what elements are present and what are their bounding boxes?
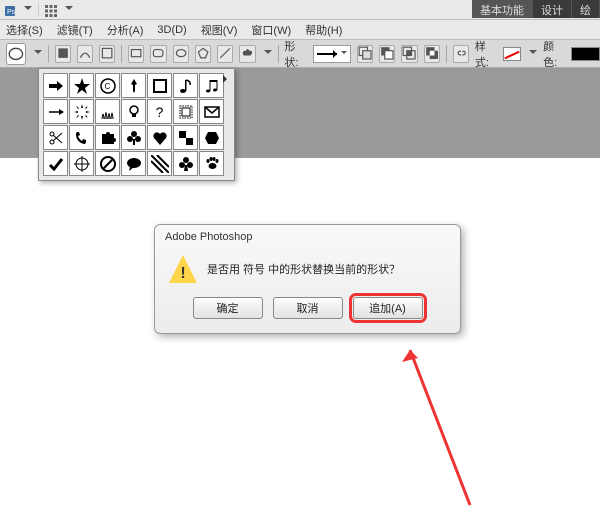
shape-star-solid[interactable] (69, 73, 94, 98)
dialog-message: 是否用 符号 中的形状替换当前的形状？ (207, 261, 400, 277)
shape-crosshair[interactable] (69, 151, 94, 176)
tool-dropdown[interactable] (34, 50, 42, 58)
style-swatch[interactable] (503, 47, 521, 61)
grid-menu-trigger[interactable] (65, 6, 73, 14)
menu-3d[interactable]: 3D(D) (157, 24, 186, 36)
pathop-intersect[interactable] (401, 45, 417, 63)
shape-check[interactable] (43, 151, 68, 176)
shape-scissors[interactable] (43, 125, 68, 150)
style-dropdown[interactable] (529, 50, 537, 58)
shape-clover[interactable] (121, 125, 146, 150)
shape-roundrect[interactable] (150, 45, 166, 63)
shape-rect[interactable] (128, 45, 144, 63)
shape-picker[interactable] (313, 45, 351, 63)
color-label: 颜色: (543, 38, 565, 70)
ok-button[interactable]: 确定 (193, 297, 263, 319)
menu-select[interactable]: 选择(S) (6, 22, 43, 38)
shape-pin[interactable] (121, 73, 146, 98)
shape-burst[interactable] (69, 99, 94, 124)
shape-copyright[interactable]: C (95, 73, 120, 98)
shape-checker[interactable] (173, 125, 198, 150)
mode-path[interactable] (77, 45, 93, 63)
shape-phone[interactable] (69, 125, 94, 150)
shape-ellipse[interactable] (173, 45, 189, 63)
shape-arrow-thin[interactable] (43, 99, 68, 124)
menu-filter[interactable]: 滤镜(T) (57, 22, 93, 38)
shape-club[interactable] (173, 151, 198, 176)
shape-nosign[interactable] (95, 151, 120, 176)
menu-analysis[interactable]: 分析(A) (107, 22, 144, 38)
shape-line[interactable] (217, 45, 233, 63)
shape-speechbubble[interactable] (121, 151, 146, 176)
workspace-tabs: 基本功能 设计 绘 (472, 0, 600, 18)
shape-stamp[interactable] (173, 99, 198, 124)
shape-puzzle[interactable] (95, 125, 120, 150)
mode-fill-pixels[interactable] (99, 45, 115, 63)
document-canvas[interactable] (0, 158, 600, 511)
shape-question[interactable]: ? (147, 99, 172, 124)
arrow-icon (317, 53, 337, 55)
shape-options-trigger[interactable] (264, 50, 272, 58)
shape-paw[interactable] (199, 151, 224, 176)
grid-icon[interactable] (45, 4, 57, 16)
app-menu-trigger[interactable] (24, 6, 32, 14)
shape-envelope[interactable] (199, 99, 224, 124)
menu-view[interactable]: 视图(V) (201, 22, 238, 38)
current-tool-swatch[interactable] (6, 43, 26, 65)
shape-heart[interactable] (147, 125, 172, 150)
shape-hexagon[interactable] (199, 125, 224, 150)
style-label: 样式: (475, 38, 497, 70)
chevron-down-icon (341, 51, 347, 57)
options-bar: 形状: 样式: 颜色: (0, 40, 600, 68)
app-icon: Ps (4, 4, 16, 16)
tab-paint[interactable]: 绘 (572, 0, 600, 18)
custom-shape-palette: C ? (38, 68, 235, 181)
palette-flyout-trigger[interactable] (223, 75, 231, 83)
shape-polygon[interactable] (195, 45, 211, 63)
shape-label: 形状: (284, 38, 306, 70)
svg-text:C: C (104, 82, 110, 91)
pathop-exclude[interactable] (424, 45, 440, 63)
shape-custom[interactable] (239, 45, 255, 63)
cancel-button[interactable]: 取消 (273, 297, 343, 319)
tab-basic[interactable]: 基本功能 (472, 0, 533, 18)
link-icon[interactable] (453, 45, 469, 63)
svg-text:Ps: Ps (7, 9, 16, 16)
title-strip: Ps 基本功能 设计 绘 (0, 0, 600, 20)
shape-eighth-note[interactable] (173, 73, 198, 98)
menu-help[interactable]: 帮助(H) (305, 22, 342, 38)
menu-window[interactable]: 窗口(W) (251, 22, 291, 38)
warning-icon: ! (169, 255, 197, 283)
shape-beamed-notes[interactable] (199, 73, 224, 98)
shape-square-outline[interactable] (147, 73, 172, 98)
color-swatch[interactable] (571, 47, 600, 61)
mode-shape-layer[interactable] (55, 45, 71, 63)
dialog-title: Adobe Photoshop (155, 225, 460, 247)
append-button[interactable]: 追加(A) (353, 297, 423, 319)
pathop-add[interactable] (357, 45, 373, 63)
pathop-subtract[interactable] (379, 45, 395, 63)
tab-design[interactable]: 设计 (533, 0, 572, 18)
shape-arrow-right[interactable] (43, 73, 68, 98)
shape-grass[interactable] (95, 99, 120, 124)
confirm-dialog: Adobe Photoshop ! 是否用 符号 中的形状替换当前的形状？ 确定… (154, 224, 461, 334)
shape-lightbulb[interactable] (121, 99, 146, 124)
shape-stripes[interactable] (147, 151, 172, 176)
